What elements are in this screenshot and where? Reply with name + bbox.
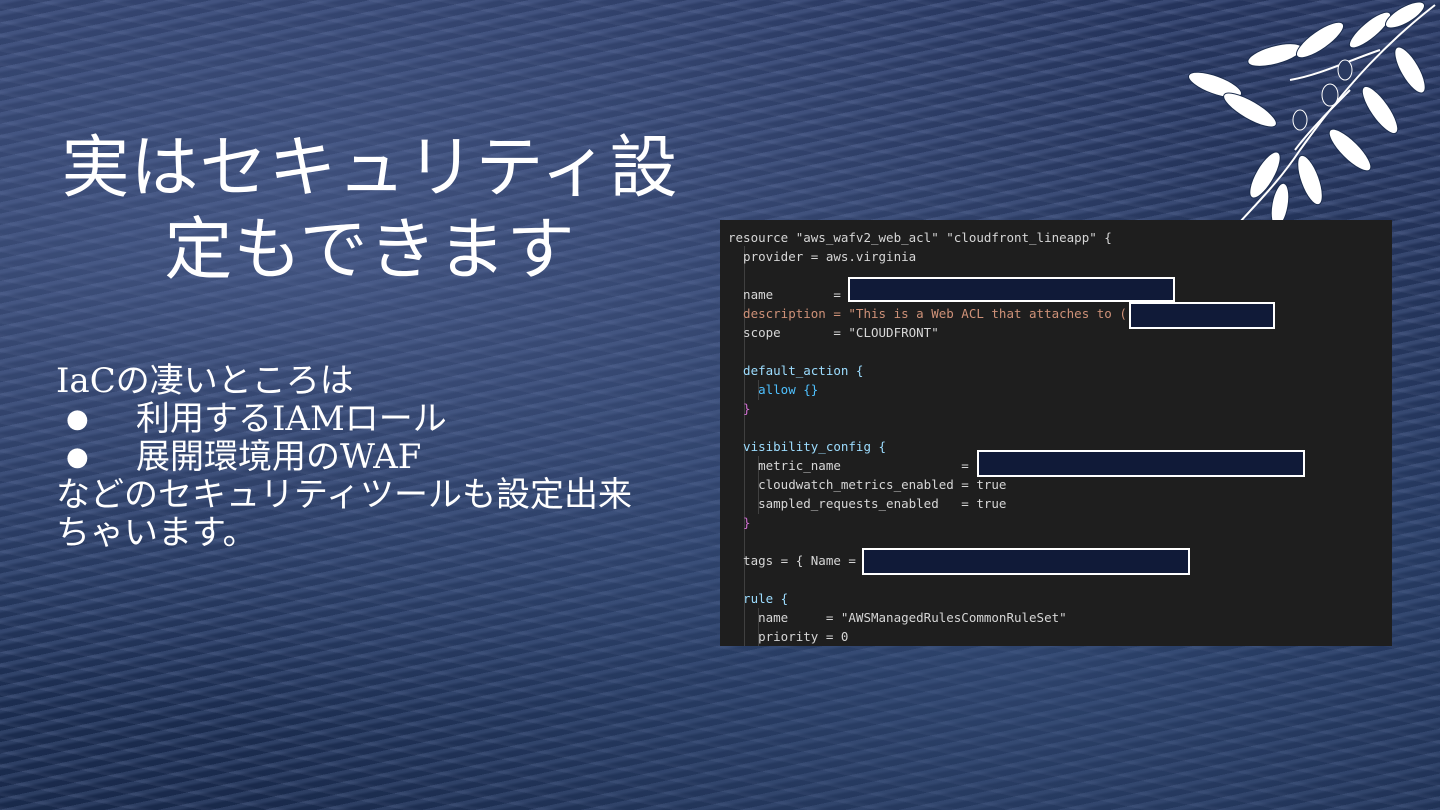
code-line-10: metric_name = [728, 458, 969, 473]
bullet-text: 展開環境用のWAF [136, 437, 422, 477]
redaction-box [1129, 302, 1275, 329]
code-line-8: } [728, 401, 751, 416]
intro-text: IaCの凄いところは [56, 361, 354, 401]
bullet-item: ● 利用するIAMロール [56, 400, 716, 438]
bullet-marker: ● [66, 442, 89, 472]
code-line-6: default_action { [728, 363, 864, 378]
slide-title: 実はセキュリティ設 定もできます [40, 128, 700, 292]
closing-text-1: などのセキュリティツールも設定出来 [56, 475, 632, 515]
code-line-2: provider = aws.virginia [728, 249, 917, 264]
code-line-17: priority = 0 [728, 629, 849, 644]
olive-branch-icon [1188, 1, 1436, 222]
code-line-15: rule { [728, 591, 789, 606]
bullet-marker: ● [66, 404, 89, 434]
code-line-14: tags = { Name = [728, 553, 856, 568]
title-line-2: 定もできます [164, 211, 576, 290]
code-line-3: name = [728, 287, 841, 302]
redaction-box [977, 450, 1305, 477]
code-line-5: scope = "CLOUDFRONT" [728, 325, 939, 340]
code-line-16: name = "AWSManagedRulesCommonRuleSet" [728, 610, 1067, 625]
bullet-text: 利用するIAMロール [136, 399, 447, 439]
closing-text-2: ちゃいます。 [56, 513, 257, 553]
code-line-9: visibility_config { [728, 439, 887, 454]
code-line-12: sampled_requests_enabled = true [728, 496, 1007, 511]
code-line-7: allow {} [728, 382, 819, 397]
code-line-11: cloudwatch_metrics_enabled = true [728, 477, 1007, 492]
redaction-box [848, 277, 1175, 302]
code-screenshot: resource "aws_wafv2_web_acl" "cloudfront… [720, 220, 1392, 646]
bullet-item: ● 展開環境用のWAF [56, 438, 716, 476]
title-line-1: 実はセキュリティ設 [61, 129, 679, 208]
code-line-4: description = "This is a Web ACL that at… [728, 306, 1127, 321]
slide-body: IaCの凄いところは ● 利用するIAMロール ● 展開環境用のWAF などのセ… [56, 362, 716, 552]
code-line-13: } [728, 515, 751, 530]
redaction-box [862, 548, 1190, 575]
code-line-1: resource "aws_wafv2_web_acl" "cloudfront… [728, 230, 1112, 245]
